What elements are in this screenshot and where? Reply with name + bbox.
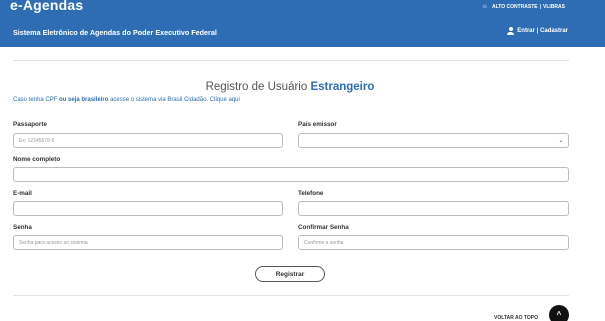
sun-icon: ☼: [481, 3, 488, 10]
high-contrast-link[interactable]: ALTO CONTRASTE: [492, 4, 538, 10]
chevron-down-icon: ⌄: [558, 137, 564, 144]
passport-input[interactable]: [13, 133, 283, 148]
country-select[interactable]: [298, 133, 569, 148]
brasil-cidadao-link[interactable]: acesse o sistema via Brasil Cidadão. Cli…: [110, 97, 240, 103]
divider: [13, 60, 569, 61]
divider: [13, 295, 569, 296]
page-title-emphasis: Estrangeiro: [310, 81, 375, 93]
confirm-password-label: Confirmar Senha: [298, 224, 349, 231]
cpf-hint: Caso tenha CPF ou seja brasileiro acesse…: [13, 97, 240, 103]
login-register-label: Entrar | Cadastrar: [517, 28, 568, 34]
password-label: Senha: [13, 224, 32, 231]
cpf-hint-before: Caso tenha CPF: [13, 97, 58, 103]
page-title: Registro de Usuário Estrangeiro: [0, 81, 580, 93]
password-input[interactable]: [13, 235, 283, 250]
phone-input[interactable]: [298, 201, 569, 216]
cpf-hint-emphasis: ou seja brasileiro: [59, 97, 109, 103]
email-input[interactable]: [13, 201, 283, 216]
back-to-top-label[interactable]: VOLTAR AO TOPO: [494, 315, 538, 321]
passport-label: Passaporte: [13, 121, 47, 128]
site-header: e-Agendas ☼ ALTO CONTRASTE | VLIBRAS Sis…: [0, 0, 605, 47]
site-title: Sistema Eletrônico de Agendas do Poder E…: [13, 28, 217, 37]
user-icon: [507, 27, 515, 35]
accessibility-bar: ☼ ALTO CONTRASTE | VLIBRAS: [482, 3, 565, 10]
chevron-up-icon: ^: [556, 310, 562, 319]
vlibras-link[interactable]: VLIBRAS: [543, 4, 565, 10]
email-label: E-mail: [13, 190, 32, 197]
back-to-top-button[interactable]: ^: [549, 305, 569, 321]
phone-label: Telefone: [298, 190, 324, 197]
site-logo[interactable]: e-Agendas: [10, 0, 83, 13]
full-name-input[interactable]: [13, 167, 569, 182]
register-button[interactable]: Registrar: [255, 266, 325, 282]
accessibility-separator: |: [539, 3, 542, 10]
confirm-password-input[interactable]: [298, 235, 569, 250]
page-title-prefix: Registro de Usuário: [205, 81, 308, 93]
country-label: País emissor: [298, 121, 337, 128]
login-register-link[interactable]: Entrar | Cadastrar: [507, 27, 568, 35]
full-name-label: Nome completo: [13, 156, 61, 163]
